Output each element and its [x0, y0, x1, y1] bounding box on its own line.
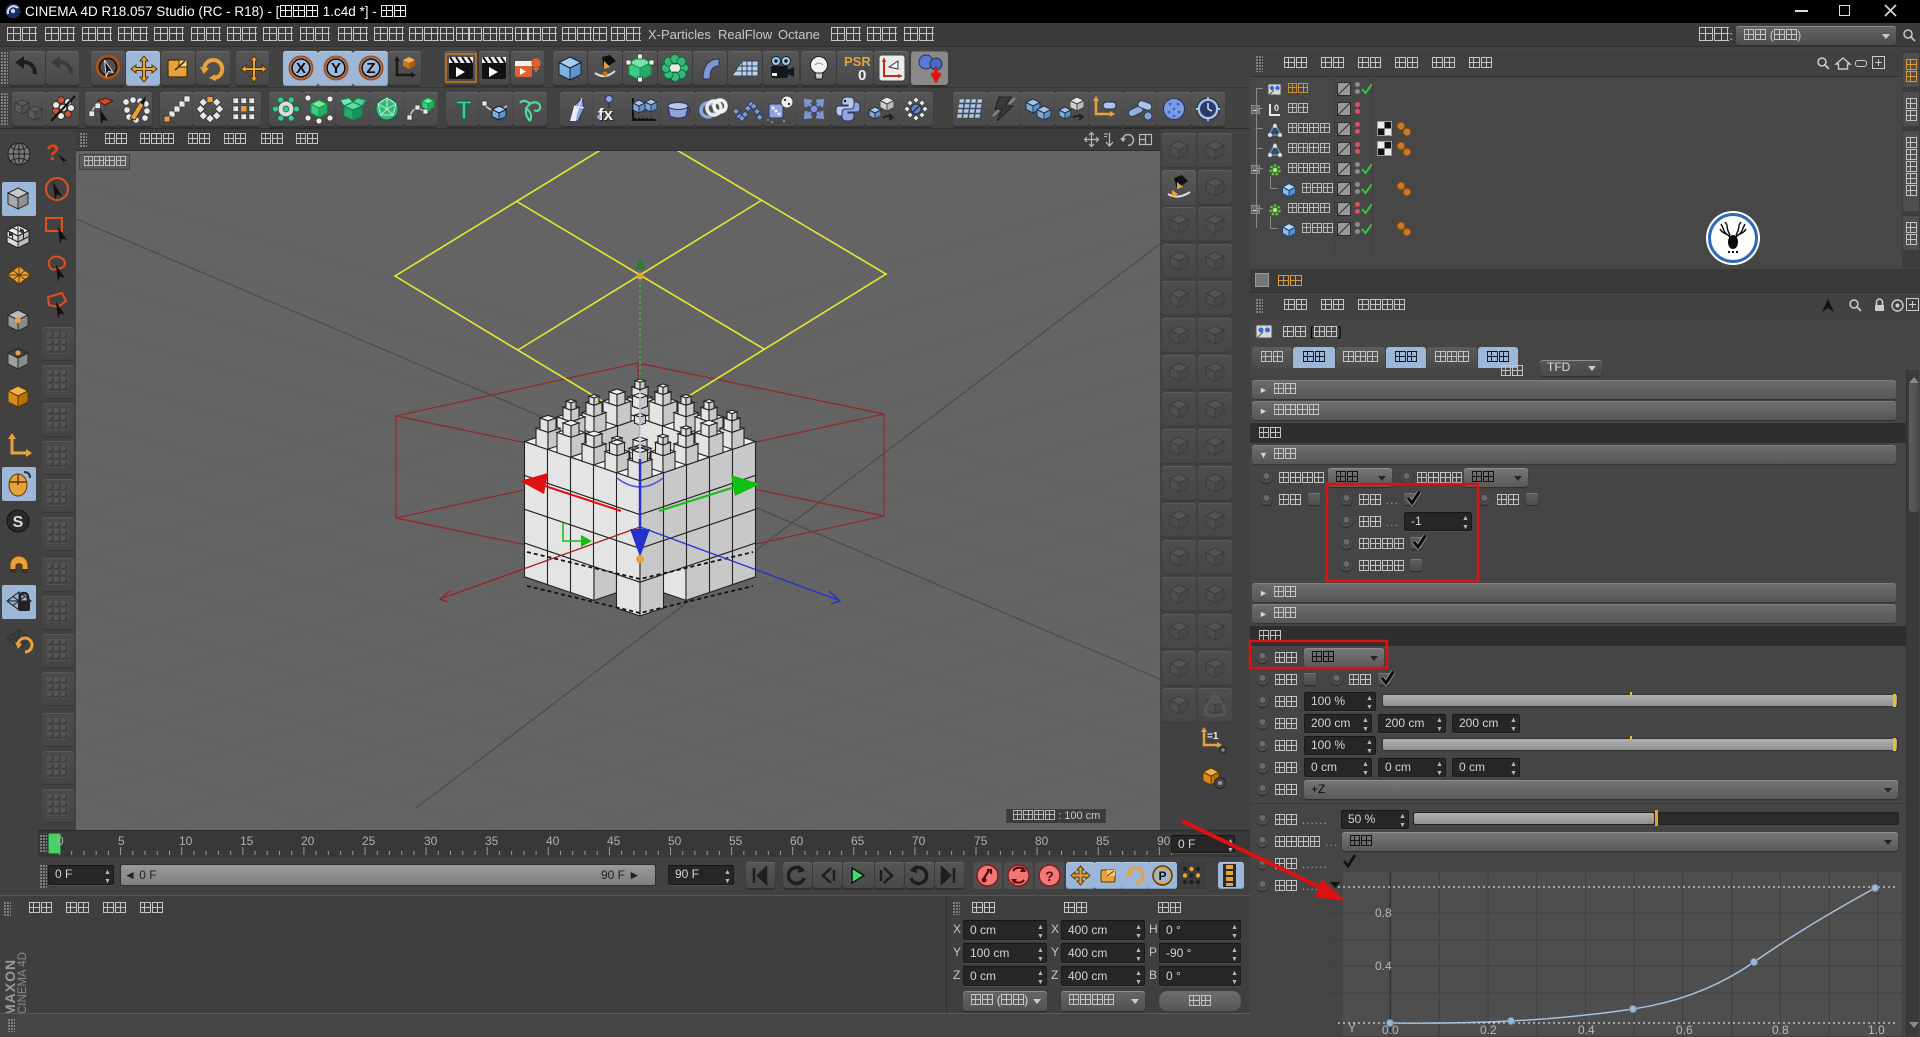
svg-text:0: 0 — [1274, 103, 1279, 113]
svg-text:P: P — [1158, 869, 1166, 883]
svg-text:Z: Z — [366, 60, 375, 77]
svg-text:=1: =1 — [1207, 731, 1219, 742]
svg-text:S: S — [13, 514, 24, 531]
svg-text:Y: Y — [330, 60, 340, 77]
svg-text:fx: fx — [598, 105, 614, 124]
svg-text:X: X — [295, 60, 305, 77]
svg-text:?: ? — [1045, 868, 1054, 884]
svg-text:0: 0 — [858, 67, 866, 84]
svg-text:T: T — [456, 95, 472, 125]
